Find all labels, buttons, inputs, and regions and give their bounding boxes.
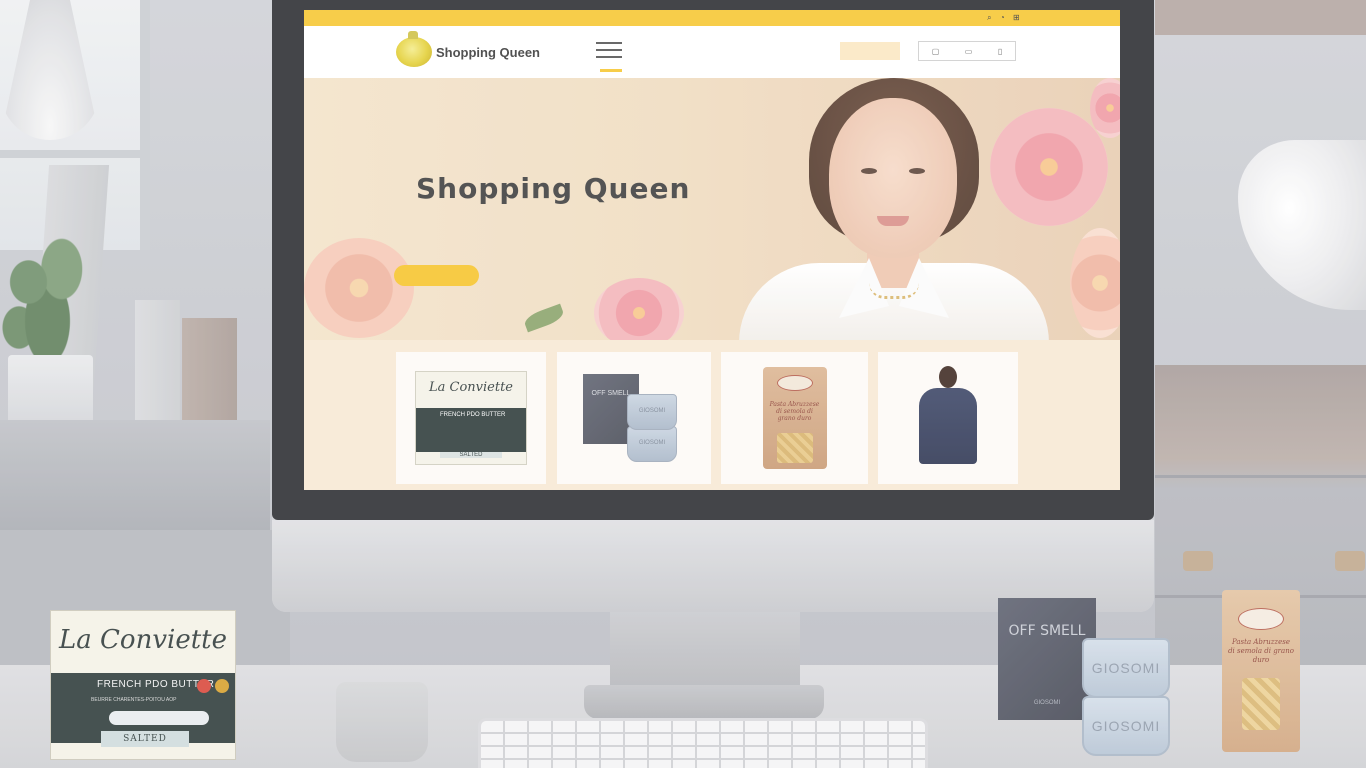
- product-card[interactable]: La Conviette FRENCH PDO BUTTER SALTED: [396, 352, 546, 484]
- nav-active-indicator: [600, 69, 622, 72]
- right-shelf: [1155, 0, 1366, 35]
- cups-product-image: OFF SMELL GIOSOMI GIOSOMI: [579, 368, 689, 468]
- pasta-text: Pasta Abruzzese di semola di grano duro: [1228, 638, 1294, 664]
- box-title: OFF SMELL: [1008, 623, 1086, 639]
- product-grid: La Conviette FRENCH PDO BUTTER SALTED OF…: [304, 340, 1120, 490]
- hero-title: Shopping Queen: [416, 172, 691, 205]
- butter-brand: La Conviette: [59, 625, 227, 655]
- cart-icon[interactable]: ⊞: [1013, 13, 1020, 23]
- potted-plant: [0, 230, 95, 360]
- site-logo-text[interactable]: Shopping Queen: [436, 45, 540, 60]
- drawer-knob: [1335, 551, 1365, 571]
- decor-vase: [135, 300, 180, 430]
- flower-image: [594, 278, 684, 348]
- butter-subtitle: BEURRE CHARENTES-POITOU AOP: [91, 697, 177, 703]
- cardigan-product-image: [913, 366, 983, 470]
- hamburger-menu-icon[interactable]: [596, 42, 622, 60]
- keyboard[interactable]: [478, 718, 928, 768]
- tool-icon[interactable]: ▯: [998, 47, 1002, 56]
- logo-pear-icon[interactable]: [396, 31, 432, 67]
- cup-text: GIOSOMI: [638, 408, 666, 414]
- butter-product-image: La Conviette FRENCH PDO BUTTER SALTED: [415, 371, 527, 465]
- announcement-bar: ⌕ ◔ ⊞: [304, 10, 1120, 26]
- product-brand: La Conviette: [429, 380, 513, 395]
- top-icons: ⌕ ◔ ⊞: [987, 13, 1020, 23]
- product-variant: SALTED: [440, 452, 502, 458]
- drawer-knob: [1183, 551, 1213, 571]
- pasta-product-image: Pasta Abruzzese di semola di grano duro: [762, 367, 827, 469]
- header-tools[interactable]: ▢ ▭ ▯: [918, 41, 1016, 61]
- pasta-text: Pasta Abruzzese di semola di grano duro: [769, 401, 820, 423]
- desk-butter-box: La Conviette FRENCH PDO BUTTER BEURRE CH…: [50, 610, 236, 760]
- flower-image: [990, 108, 1108, 226]
- left-shelf: [0, 420, 270, 530]
- user-icon[interactable]: ◔: [1000, 13, 1005, 23]
- butter-variant: SALTED: [101, 731, 189, 747]
- search-icon[interactable]: ⌕: [987, 13, 992, 23]
- monitor-stand: [610, 612, 800, 687]
- product-card[interactable]: OFF SMELL GIOSOMI GIOSOMI: [557, 352, 711, 484]
- hero-cta-button[interactable]: [394, 265, 479, 286]
- tool-icon[interactable]: ▭: [965, 47, 973, 56]
- desk-cup-top: GIOSOMI: [1082, 638, 1170, 698]
- flower-image: [304, 238, 414, 338]
- decor-vase: [182, 318, 237, 428]
- hero-banner: Shopping Queen: [304, 78, 1120, 348]
- pasta-window: [1242, 678, 1280, 730]
- monitor-stand-base: [584, 685, 824, 719]
- pasta-seal-icon: [1238, 608, 1284, 630]
- product-card[interactable]: [878, 352, 1018, 484]
- leaf-image: [522, 303, 566, 333]
- window-bar: [0, 150, 140, 158]
- product-card[interactable]: Pasta Abruzzese di semola di grano duro: [721, 352, 868, 484]
- badge-icon: [215, 679, 229, 693]
- butter-roll-image: [109, 711, 209, 725]
- drawer-line: [1155, 475, 1366, 478]
- desk-cup-bottom: GIOSOMI: [1082, 696, 1170, 756]
- desk-mug: [336, 682, 428, 762]
- badge-icon: [197, 679, 211, 693]
- product-label: FRENCH PDO BUTTER: [440, 412, 506, 418]
- flower-image: [1070, 228, 1120, 338]
- cup-label: GIOSOMI: [1091, 718, 1161, 734]
- tool-icon[interactable]: ▢: [932, 47, 940, 56]
- site-header: Shopping Queen ▢ ▭ ▯: [304, 26, 1120, 78]
- desk-lamp: [1238, 140, 1366, 310]
- desk-pasta-bag: Pasta Abruzzese di semola di grano duro: [1222, 590, 1300, 752]
- website-screen: ⌕ ◔ ⊞ Shopping Queen ▢ ▭ ▯ Shopping Quee…: [304, 10, 1120, 490]
- cup-label: GIOSOMI: [1091, 660, 1161, 676]
- nav-button[interactable]: [840, 42, 900, 60]
